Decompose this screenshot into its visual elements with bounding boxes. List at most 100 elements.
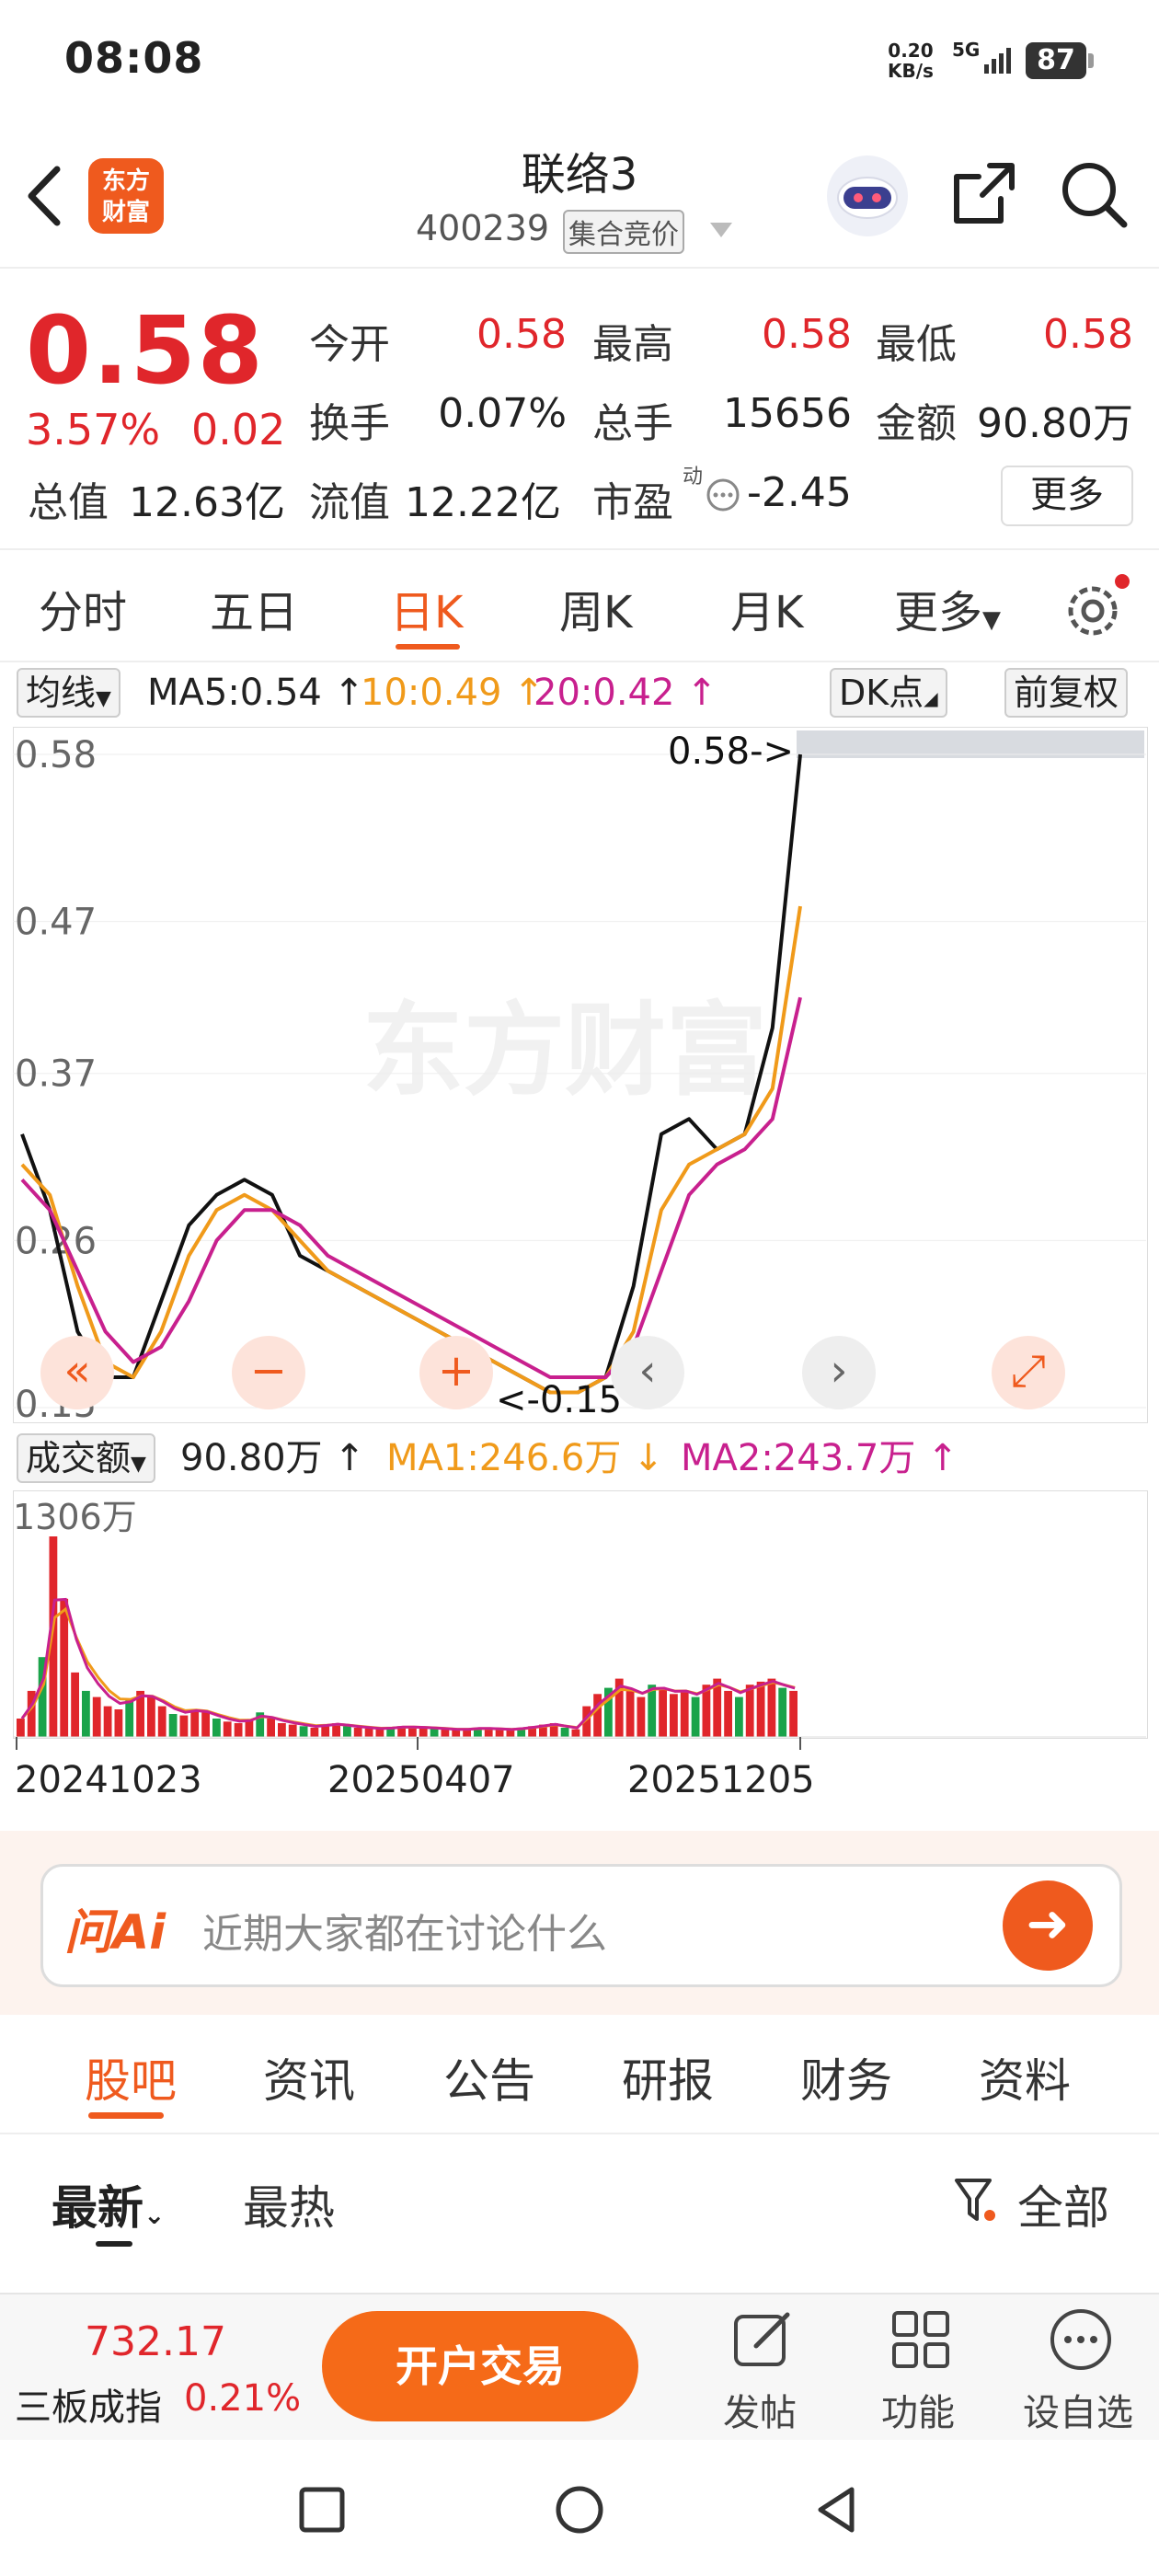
arrow-up-icon: ↑ — [686, 672, 717, 714]
info-icon[interactable] — [705, 477, 741, 513]
tab-more[interactable]: 更多▼ — [894, 576, 1001, 640]
fullscreen-icon[interactable]: ⤢ — [992, 1336, 1065, 1409]
ma5-text: MA5:0.54 — [147, 672, 322, 714]
ai-input-placeholder[interactable]: 近期大家都在讨论什么 — [202, 1901, 607, 1960]
search-icon[interactable] — [1058, 158, 1130, 230]
more-circle-icon[interactable] — [1047, 2306, 1115, 2374]
recents-icon[interactable] — [296, 2484, 348, 2536]
float-value-label: 流值 — [309, 479, 390, 526]
change-percent: 3.57% — [26, 405, 161, 454]
trade-button[interactable]: 开户交易 — [322, 2311, 638, 2421]
volume-indicator-toggle[interactable]: 成交额▼ — [17, 1433, 155, 1483]
volume-bar — [375, 1729, 384, 1737]
step-back-button[interactable]: ‹ — [611, 1336, 684, 1409]
float-value: 12.22亿 — [405, 479, 561, 526]
post-label[interactable]: 发帖 — [723, 2383, 797, 2436]
low-value: 0.58 — [1043, 311, 1133, 358]
app-logo[interactable]: 东方 财富 — [88, 158, 164, 234]
volume-bar — [82, 1690, 90, 1737]
settings-icon[interactable] — [1060, 572, 1133, 646]
functions-label[interactable]: 功能 — [881, 2383, 955, 2436]
volume-bar — [125, 1699, 134, 1737]
filter-all[interactable]: 全部 — [1017, 2171, 1109, 2237]
auction-badge: 集合竞价 — [563, 210, 684, 254]
volume-bar — [179, 1715, 189, 1737]
tab-announcements[interactable]: 公告 — [443, 2044, 535, 2110]
volume-bar — [691, 1696, 700, 1737]
volume-bar — [680, 1690, 689, 1737]
tab-finance[interactable]: 财务 — [800, 2044, 892, 2110]
volume-bar — [234, 1723, 243, 1737]
tab-weekly-k[interactable]: 周K — [559, 576, 632, 640]
ai-submit-button[interactable]: ➜ — [1003, 1880, 1093, 1971]
volume-bar — [147, 1696, 155, 1737]
functions-icon[interactable] — [889, 2307, 953, 2372]
volume-bar — [364, 1728, 373, 1737]
y-tick-label: 0.58 — [15, 734, 97, 776]
adjust-button[interactable]: 前复权 — [1004, 668, 1129, 718]
volume-bar — [430, 1728, 439, 1737]
ma-toggle-button[interactable]: 均线▼ — [17, 668, 120, 718]
ma10-line — [20, 905, 802, 1395]
volume-bar — [310, 1728, 319, 1737]
total-value-label: 总值 — [28, 479, 109, 526]
volume-value: 15656 — [723, 390, 852, 437]
step-forward-button[interactable]: › — [802, 1336, 876, 1409]
back-icon[interactable] — [24, 164, 66, 228]
filter-latest[interactable]: 最新⌄ — [52, 2171, 165, 2237]
share-icon[interactable] — [949, 158, 1019, 228]
volume-current: 90.80万 ↑ — [180, 1433, 365, 1483]
volume-bar — [212, 1719, 221, 1737]
index-name[interactable]: 三板成指 — [15, 2377, 162, 2431]
volume-ma2: MA2:243.7万 ↑ — [681, 1433, 958, 1483]
net-speed: 0.20 KB/s — [888, 40, 934, 81]
tab-profile[interactable]: 资料 — [979, 2044, 1071, 2110]
dropdown-icon[interactable] — [710, 223, 732, 239]
volume-bar — [745, 1685, 754, 1737]
volume-bar — [441, 1729, 450, 1737]
tab-research[interactable]: 研报 — [622, 2044, 714, 2110]
ma20-label: 20:0.42 ↑ — [534, 668, 717, 718]
tab-monthly-k[interactable]: 月K — [730, 576, 803, 640]
open-value: 0.58 — [476, 311, 567, 358]
filter-underline — [96, 2241, 132, 2247]
ma-toggle-label: 均线 — [26, 673, 97, 713]
back-nav-icon[interactable] — [811, 2484, 863, 2536]
index-change[interactable]: 0.21% — [184, 2377, 301, 2420]
more-quote-button[interactable]: 更多 — [1001, 466, 1133, 526]
volume-bar — [495, 1729, 504, 1737]
volume-bar — [114, 1709, 123, 1737]
filter-icon[interactable] — [953, 2175, 997, 2226]
zoom-in-button[interactable]: + — [419, 1336, 493, 1409]
volume-bar — [201, 1712, 210, 1737]
volume-bar — [168, 1714, 178, 1737]
ma5-label: MA5:0.54 ↑ — [147, 668, 364, 718]
tab-intraday[interactable]: 分时 — [39, 576, 127, 640]
high-label: 最高 — [592, 321, 673, 368]
home-icon[interactable] — [554, 2484, 605, 2536]
volume-bar — [278, 1723, 286, 1737]
high-annotation: 0.58-> — [668, 730, 794, 773]
x-tick-mid: 20250407 — [327, 1759, 515, 1801]
dk-point-button[interactable]: DK点◢ — [830, 668, 947, 718]
fast-back-button[interactable]: « — [40, 1336, 114, 1409]
net-speed-unit: KB/s — [888, 60, 934, 82]
tab-five-day[interactable]: 五日 — [210, 576, 298, 640]
add-watchlist-label[interactable]: 设自选 — [1023, 2383, 1133, 2436]
index-value[interactable]: 732.17 — [85, 2318, 226, 2365]
post-icon[interactable] — [730, 2307, 795, 2372]
caret-down-icon: ▼ — [131, 1453, 146, 1476]
volume-bar — [724, 1690, 732, 1737]
tab-daily-k[interactable]: 日K — [390, 576, 463, 640]
filter-hot[interactable]: 最热 — [243, 2171, 335, 2237]
robot-assistant-icon[interactable] — [823, 152, 912, 240]
tab-guba[interactable]: 股吧 — [85, 2044, 177, 2110]
volume-bar — [103, 1706, 112, 1737]
zoom-out-button[interactable]: − — [232, 1336, 305, 1409]
turnover-value: 0.07% — [438, 390, 567, 437]
network-type: 5G — [952, 39, 981, 61]
divider — [0, 2133, 1159, 2134]
tab-news[interactable]: 资讯 — [263, 2044, 355, 2110]
total-value: 12.63亿 — [129, 479, 285, 526]
ma20-text: 20:0.42 — [534, 672, 675, 714]
